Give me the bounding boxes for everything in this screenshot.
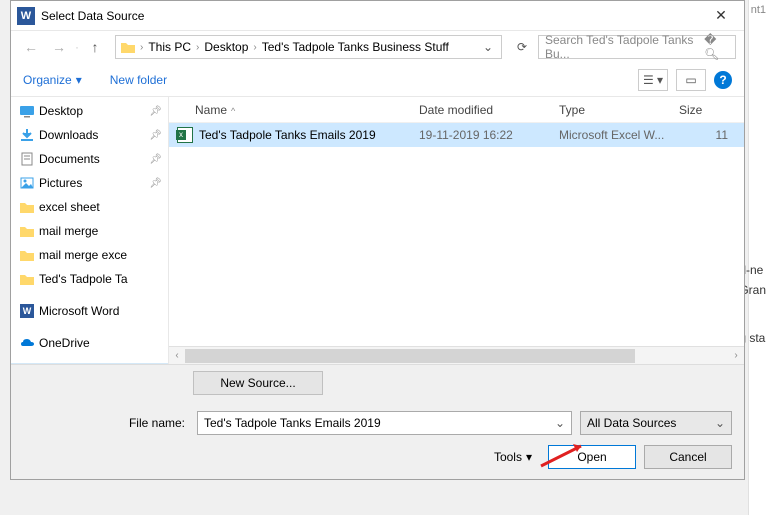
pictures-icon [19, 176, 35, 190]
breadcrumb-item[interactable]: Ted's Tadpole Tanks Business Stuff [259, 40, 452, 54]
chevron-right-icon: › [194, 42, 201, 53]
onedrive-icon [19, 336, 35, 350]
pin-icon: 📌︎ [149, 178, 162, 189]
file-date: 19-11-2019 16:22 [419, 128, 559, 142]
dialog-body: Desktop 📌︎ Downloads 📌︎ Documents 📌︎ Pic… [11, 97, 744, 364]
sidebar-item-desktop[interactable]: Desktop 📌︎ [11, 99, 168, 123]
address-bar[interactable]: › This PC › Desktop › Ted's Tadpole Tank… [115, 35, 502, 59]
pin-icon: 📌︎ [149, 106, 162, 117]
sidebar-item-word[interactable]: W Microsoft Word [11, 299, 168, 323]
scroll-right-icon[interactable]: › [728, 350, 744, 361]
scroll-left-icon[interactable]: ‹ [169, 350, 185, 361]
sidebar-item-thispc[interactable]: This PC [11, 363, 168, 364]
search-icon: �🔍︎ [704, 33, 729, 61]
preview-pane-button[interactable]: ▭ [676, 69, 706, 91]
title-bar: W Select Data Source ✕ [11, 1, 744, 31]
column-date[interactable]: Date modified [419, 103, 559, 117]
help-button[interactable]: ? [714, 71, 732, 89]
background-doc-title: nt1 [751, 4, 766, 16]
chevron-down-icon[interactable]: ⌄ [479, 40, 497, 54]
folder-icon [120, 40, 136, 54]
new-folder-button[interactable]: New folder [110, 73, 167, 87]
sidebar-item-downloads[interactable]: Downloads 📌︎ [11, 123, 168, 147]
column-type[interactable]: Type [559, 103, 679, 117]
folder-icon [19, 248, 35, 262]
sidebar-item-folder[interactable]: mail merge exce [11, 243, 168, 267]
chevron-right-icon: › [251, 42, 258, 53]
close-button[interactable]: ✕ [698, 1, 744, 31]
file-row[interactable]: Ted's Tadpole Tanks Emails 2019 19-11-20… [169, 123, 744, 147]
file-list: Ted's Tadpole Tanks Emails 2019 19-11-20… [169, 123, 744, 346]
pin-icon: 📌︎ [149, 154, 162, 165]
folder-icon [19, 200, 35, 214]
refresh-button[interactable]: ⟳ [510, 35, 534, 59]
tools-menu[interactable]: Tools ▾ [494, 450, 532, 464]
filename-input[interactable]: Ted's Tadpole Tanks Emails 2019 ⌄ [197, 411, 572, 435]
breadcrumb-item[interactable]: Desktop [201, 40, 251, 54]
new-source-button[interactable]: New Source... [193, 371, 323, 395]
desktop-icon [19, 104, 35, 118]
dropdown-icon: ⌄ [715, 416, 725, 430]
sort-asc-icon: ^ [231, 106, 235, 116]
file-name: Ted's Tadpole Tanks Emails 2019 [199, 128, 376, 142]
horizontal-scrollbar[interactable]: ‹ › [169, 346, 744, 364]
word-icon: W [17, 7, 35, 25]
caret-down-icon: ▾ [526, 450, 532, 464]
excel-icon [177, 127, 193, 143]
search-input[interactable]: Search Ted's Tadpole Tanks Bu... �🔍︎ [538, 35, 736, 59]
sidebar-item-pictures[interactable]: Pictures 📌︎ [11, 171, 168, 195]
sidebar-item-folder[interactable]: mail merge [11, 219, 168, 243]
file-type: Microsoft Excel W... [559, 128, 679, 142]
column-headers: Name^ Date modified Type Size [169, 97, 744, 123]
dialog-title: Select Data Source [41, 9, 698, 23]
sidebar-item-folder[interactable]: Ted's Tadpole Ta [11, 267, 168, 291]
forward-button: → [47, 35, 71, 59]
scroll-thumb[interactable] [185, 349, 635, 363]
view-mode-button[interactable]: ☰ ▾ [638, 69, 668, 91]
word-icon: W [19, 304, 35, 318]
column-size[interactable]: Size [679, 103, 744, 117]
organize-menu[interactable]: Organize ▾ [23, 73, 82, 87]
search-placeholder: Search Ted's Tadpole Tanks Bu... [545, 33, 704, 61]
filename-label: File name: [23, 416, 189, 430]
up-button[interactable]: ↑ [83, 35, 107, 59]
cancel-button[interactable]: Cancel [644, 445, 732, 469]
nav-row: ← → · ↑ › This PC › Desktop › Ted's Tadp… [11, 31, 744, 63]
sidebar-item-documents[interactable]: Documents 📌︎ [11, 147, 168, 171]
pin-icon: 📌︎ [149, 130, 162, 141]
column-name[interactable]: Name^ [169, 103, 419, 117]
open-button[interactable]: Open [548, 445, 636, 469]
downloads-icon [19, 128, 35, 142]
file-list-area: Name^ Date modified Type Size Ted's Tadp… [169, 97, 744, 364]
filetype-dropdown[interactable]: All Data Sources ⌄ [580, 411, 732, 435]
background-ribbon [748, 0, 768, 515]
file-size: 11 [679, 128, 744, 142]
select-data-source-dialog: W Select Data Source ✕ ← → · ↑ › This PC… [10, 0, 745, 480]
back-button[interactable]: ← [19, 35, 43, 59]
dialog-footer: New Source... File name: Ted's Tadpole T… [11, 364, 744, 479]
sidebar-item-folder[interactable]: excel sheet [11, 195, 168, 219]
caret-down-icon: ▾ [76, 73, 82, 87]
sidebar-item-onedrive[interactable]: OneDrive [11, 331, 168, 355]
folder-icon [19, 272, 35, 286]
dropdown-icon[interactable]: ⌄ [555, 416, 565, 430]
breadcrumb-item[interactable]: This PC [145, 40, 194, 54]
folder-icon [19, 224, 35, 238]
chevron-right-icon: › [138, 42, 145, 53]
documents-icon [19, 152, 35, 166]
sidebar: Desktop 📌︎ Downloads 📌︎ Documents 📌︎ Pic… [11, 97, 169, 364]
toolbar: Organize ▾ New folder ☰ ▾ ▭ ? [11, 63, 744, 97]
